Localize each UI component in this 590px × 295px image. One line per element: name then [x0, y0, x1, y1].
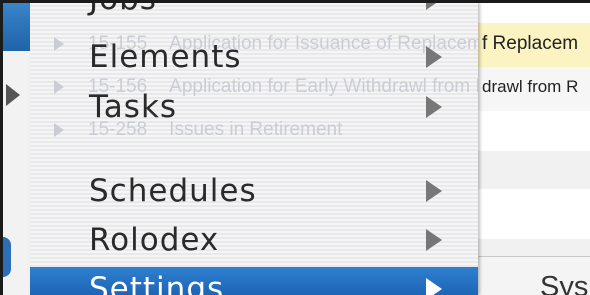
background-table: f Replacem drawl from R	[478, 3, 590, 295]
menu-item-label: Elements	[89, 39, 242, 75]
menu-item-settings[interactable]: Settings	[30, 267, 478, 295]
submenu-arrow-icon	[426, 229, 442, 251]
screen: f Replacem drawl from R Sys 15-155 Applic…	[0, 0, 590, 295]
menu-item-tasks[interactable]: Tasks	[30, 85, 478, 129]
menu-item-schedules[interactable]: Schedules	[30, 169, 478, 213]
table-row[interactable]	[478, 151, 590, 189]
left-tab-highlight[interactable]	[3, 3, 30, 51]
submenu-arrow-icon	[426, 46, 442, 68]
submenu-arrow-icon	[426, 3, 442, 10]
menu-item-elements[interactable]: Elements	[30, 35, 478, 79]
dropdown-menu: 15-155 Application for Issuance of Replac…	[30, 3, 478, 295]
menu-item-label: Tasks	[89, 89, 178, 125]
submenu-arrow-icon	[426, 278, 442, 295]
settings-submenu: Sys	[478, 256, 590, 295]
table-row[interactable]	[478, 189, 590, 239]
menu-item-label: Settings	[89, 271, 225, 295]
disclosure-triangle-icon[interactable]	[6, 84, 20, 106]
menu-item-label: Rolodex	[89, 222, 220, 258]
menu-item-jobs[interactable]: Jobs	[30, 3, 478, 21]
left-scroll-indicator[interactable]	[3, 237, 11, 277]
table-row[interactable]	[478, 111, 590, 151]
submenu-arrow-icon	[426, 180, 442, 202]
table-row[interactable]: drawl from R	[478, 67, 590, 111]
submenu-item-system[interactable]: Sys	[540, 271, 588, 295]
menu-item-rolodex[interactable]: Rolodex	[30, 218, 478, 262]
table-row[interactable]: f Replacem	[478, 23, 590, 67]
submenu-arrow-icon	[426, 96, 442, 118]
menu-item-label: Jobs	[89, 3, 157, 17]
table-cell-text: f Replacem	[482, 33, 579, 54]
menu-item-label: Schedules	[89, 173, 257, 209]
table-cell-text: drawl from R	[482, 77, 579, 96]
